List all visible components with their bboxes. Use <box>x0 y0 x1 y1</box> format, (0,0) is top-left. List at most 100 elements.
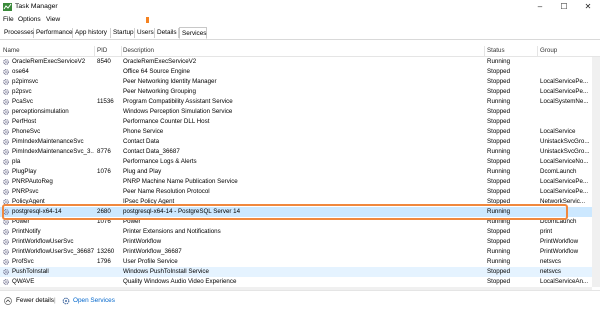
column-name[interactable]: Name <box>3 47 20 54</box>
footer: Fewer details | Open Services <box>0 290 600 313</box>
column-status[interactable]: Status <box>487 47 505 54</box>
table-row[interactable]: PerfHost Performance Counter DLL Host Stop… <box>0 117 600 127</box>
service-pid: 13260 <box>97 248 115 255</box>
service-description: Contact Data_36687 <box>123 148 180 155</box>
service-name: p2pimsvc <box>12 78 39 85</box>
services-icon <box>62 297 70 305</box>
service-gear-icon <box>3 279 9 285</box>
table-row[interactable]: perceptionsimulation Windows Perception S… <box>0 107 600 117</box>
service-name: perceptionsimulation <box>12 108 69 115</box>
service-description: Windows PushToInstall Service <box>123 268 209 275</box>
table-row[interactable]: PrintWorkflowUserSvc PrintWorkflow Stopped… <box>0 237 600 247</box>
table-row[interactable]: PNRPAutoReg PNRP Machine Name Publication… <box>0 177 600 187</box>
service-gear-icon <box>3 189 9 195</box>
menu-bar: File Options View <box>0 14 600 26</box>
service-name: PrintNotify <box>12 228 41 235</box>
service-status: Stopped <box>487 268 511 275</box>
window-title: Task Manager <box>15 3 58 10</box>
service-description: User Profile Service <box>123 258 178 265</box>
service-gear-icon <box>3 249 9 255</box>
service-description: Performance Logs & Alerts <box>123 158 197 165</box>
service-group: LocalSystemNe... <box>540 98 589 105</box>
tab-performance[interactable]: Performance <box>34 28 73 38</box>
menu-view[interactable]: View <box>46 16 60 23</box>
service-group: LocalServicePe... <box>540 88 589 95</box>
column-divider[interactable] <box>121 46 122 56</box>
service-status: Running <box>487 98 511 105</box>
service-status: Running <box>487 58 511 65</box>
service-group: LocalServicePe... <box>540 178 589 185</box>
service-group: UnistackSvcGro... <box>540 148 590 155</box>
service-pid: 8540 <box>97 58 111 65</box>
table-row[interactable]: ProfSvc 1796 User Profile Service Running ne… <box>0 257 600 267</box>
column-pid[interactable]: PID <box>97 47 107 54</box>
table-row[interactable]: ose64 Office 64 Source Engine Stopped <box>0 67 600 77</box>
service-gear-icon <box>3 119 9 125</box>
service-group: LocalServiceAn... <box>540 278 589 285</box>
tab-app-history[interactable]: App history <box>73 28 111 38</box>
service-description: Phone Service <box>123 128 164 135</box>
services-list: OracleRemExecServiceV2 8540 OracleRemExecS… <box>0 57 600 287</box>
column-group[interactable]: Group <box>540 47 557 54</box>
tab-services[interactable]: Services <box>179 27 207 39</box>
service-group: LocalService <box>540 128 576 135</box>
fewer-details-link[interactable]: Fewer details <box>16 297 54 304</box>
service-description: Windows Perception Simulation Service <box>123 108 233 115</box>
service-gear-icon <box>3 89 9 95</box>
service-name: QWAVE <box>12 278 35 285</box>
service-description: Contact Data <box>123 138 160 145</box>
table-row[interactable]: OracleRemExecServiceV2 8540 OracleRemExecS… <box>0 57 600 67</box>
table-row[interactable]: PrintNotify Printer Extensions and Notifi… <box>0 227 600 237</box>
service-status: Stopped <box>487 188 511 195</box>
menu-file[interactable]: File <box>3 16 14 23</box>
column-divider[interactable] <box>484 46 485 56</box>
table-row[interactable]: PimIndexMaintenanceSvc_3... 8776 Contact D… <box>0 147 600 157</box>
table-row[interactable]: pla Performance Logs & Alerts Stopped Local… <box>0 157 600 167</box>
service-description: PNRP Machine Name Publication Service <box>123 178 238 185</box>
table-row[interactable]: p2pimsvc Peer Networking Identity Manager… <box>0 77 600 87</box>
service-gear-icon <box>3 269 9 275</box>
table-row[interactable]: PNRPsvc Peer Name Resolution Protocol Stop… <box>0 187 600 197</box>
column-divider[interactable] <box>537 46 538 56</box>
service-description: Performance Counter DLL Host <box>123 118 210 125</box>
column-header: Name PID Description Status Group <box>0 46 600 57</box>
service-description: Program Compatibility Assistant Service <box>123 98 233 105</box>
table-row[interactable]: p2psvc Peer Networking Grouping Stopped Loc… <box>0 87 600 97</box>
service-name: PerfHost <box>12 118 37 125</box>
tab-details[interactable]: Details <box>155 28 179 38</box>
column-description[interactable]: Description <box>123 47 154 54</box>
table-row[interactable]: PhoneSvc Phone Service Stopped LocalService <box>0 127 600 137</box>
table-row[interactable]: PrintWorkflowUserSvc_36687 13260 PrintWork… <box>0 247 600 257</box>
service-description: Office 64 Source Engine <box>123 68 190 75</box>
vertical-scrollbar[interactable] <box>592 57 600 287</box>
title-bar: Task Manager – ☐ ✕ <box>0 0 600 14</box>
open-services-link[interactable]: Open Services <box>73 297 115 304</box>
column-divider[interactable] <box>94 46 95 56</box>
service-gear-icon <box>3 149 9 155</box>
tab-users[interactable]: Users <box>135 28 155 38</box>
service-pid: 8776 <box>97 148 111 155</box>
table-row[interactable]: QWAVE Quality Windows Audio Video Experie… <box>0 277 600 287</box>
service-status: Stopped <box>487 238 511 245</box>
service-group: print <box>540 228 553 235</box>
table-row[interactable]: PimIndexMaintenanceSvc Contact Data Stoppe… <box>0 137 600 147</box>
maximize-button[interactable]: ☐ <box>552 0 576 14</box>
chevron-up-icon[interactable] <box>4 297 12 305</box>
service-group: PrintWorkflow <box>540 248 579 255</box>
table-row[interactable]: PushToInstall Windows PushToInstall Servi… <box>0 267 600 277</box>
service-name: PNRPsvc <box>12 188 39 195</box>
minimize-button[interactable]: – <box>528 0 552 14</box>
tab-bar: Processes Performance App history Startu… <box>0 27 600 40</box>
task-manager-app-icon <box>3 3 12 11</box>
service-group: netsvcs <box>540 258 561 265</box>
table-row[interactable]: PlugPlay 1076 Plug and Play Running DcomLaun… <box>0 167 600 177</box>
service-group: PrintWorkflow <box>540 238 579 245</box>
menu-options[interactable]: Options <box>18 16 41 23</box>
tab-processes[interactable]: Processes <box>2 28 34 38</box>
close-button[interactable]: ✕ <box>576 0 600 14</box>
tab-startup[interactable]: Startup <box>111 28 135 38</box>
service-status: Stopped <box>487 138 511 145</box>
table-row[interactable]: PcaSvc 11536 Program Compatibility Assista… <box>0 97 600 107</box>
service-gear-icon <box>3 59 9 65</box>
service-group: UnistackSvcGro... <box>540 138 590 145</box>
